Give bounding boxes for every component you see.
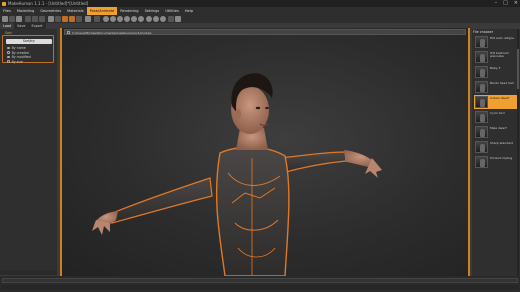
app-icon <box>2 1 6 6</box>
sort-button[interactable]: Sort/by: <box>6 39 52 44</box>
menu-settings[interactable]: Settings <box>142 7 163 15</box>
radio-icon <box>7 55 10 59</box>
file-item[interactable]: Sharp standard <box>474 140 518 154</box>
bottom-view-icon[interactable] <box>138 16 144 22</box>
model-thumbnail <box>475 156 488 168</box>
back-view-icon[interactable] <box>110 16 116 22</box>
model-thumbnail <box>475 66 488 78</box>
global-camera-icon[interactable] <box>146 16 152 22</box>
sort-option-size[interactable]: By size <box>7 60 23 64</box>
top-view-icon[interactable] <box>131 16 137 22</box>
sort-option-name[interactable]: By name <box>7 46 26 50</box>
file-item[interactable]: Product lilybug <box>474 155 518 169</box>
model-thumbnail <box>475 81 488 93</box>
wireframe-icon[interactable] <box>55 16 61 22</box>
scrollbar-thumb[interactable] <box>517 49 519 89</box>
skeleton-icon[interactable] <box>69 16 75 22</box>
window-title: MakeHuman 1.1.1 - [Untitled]*[Untitled] <box>8 1 89 6</box>
menu-materials[interactable]: Materials <box>64 7 86 15</box>
status-area <box>0 276 520 292</box>
title-bar: MakeHuman 1.1.1 - [Untitled]*[Untitled] … <box>0 0 520 7</box>
right-panel: File chooser Hilt elvin altigre Hilt bal… <box>472 29 520 276</box>
human-model-render <box>92 73 382 276</box>
menu-pose-animate[interactable]: Pose/Animate <box>86 7 118 15</box>
menu-rendering[interactable]: Rendering <box>117 7 141 15</box>
progress-bar <box>2 285 518 289</box>
help-icon[interactable] <box>175 16 181 22</box>
radio-icon <box>7 60 10 63</box>
path-bar: C:/Users/Michael/Documents/makehuman/v1/… <box>64 29 466 35</box>
face-camera-icon[interactable] <box>153 16 159 22</box>
path-text[interactable]: C:/Users/Michael/Documents/makehuman/v1/… <box>72 30 151 36</box>
file-chooser-title: File chooser <box>473 30 494 34</box>
file-item[interactable]: Cyrix bird <box>474 110 518 124</box>
menu-geometries[interactable]: Geometries <box>37 7 64 15</box>
reset-icon[interactable] <box>39 16 45 22</box>
left-panel-footer <box>0 270 57 275</box>
model-thumbnail <box>475 126 488 138</box>
sort-group-title: Sort <box>5 31 12 35</box>
file-icon[interactable] <box>2 16 8 22</box>
window-controls: – □ × <box>495 0 518 7</box>
right-view-icon[interactable] <box>124 16 130 22</box>
model-thumbnail <box>475 141 488 153</box>
model-thumbnail <box>475 51 488 63</box>
sort-option-modified[interactable]: By modified <box>7 55 31 59</box>
model-thumbnail <box>475 111 488 123</box>
status-line <box>2 278 518 283</box>
reset-camera-icon[interactable] <box>160 16 166 22</box>
menu-files[interactable]: Files <box>0 7 14 15</box>
right-panel-scrollbar[interactable] <box>517 29 519 276</box>
toolbar <box>0 15 520 23</box>
save-icon[interactable] <box>9 16 15 22</box>
model-thumbnail <box>475 36 488 48</box>
close-icon[interactable]: × <box>514 0 518 7</box>
model-thumbnail <box>475 96 488 108</box>
file-item[interactable]: Male dwarf <box>474 125 518 139</box>
radio-icon <box>7 51 10 54</box>
undo-icon[interactable] <box>25 16 31 22</box>
file-item[interactable]: Hilt elvin altigre <box>474 35 518 49</box>
3d-viewport[interactable] <box>60 28 470 276</box>
folder-icon[interactable] <box>66 31 70 34</box>
pose-icon[interactable] <box>62 16 68 22</box>
front-view-icon[interactable] <box>103 16 109 22</box>
menu-help[interactable]: Help <box>182 7 196 15</box>
main-menu-bar: Files Modelling Geometries Materials Pos… <box>0 7 520 15</box>
minimize-icon[interactable]: – <box>495 0 498 7</box>
menu-utilities[interactable]: Utilities <box>162 7 182 15</box>
redo-icon[interactable] <box>32 16 38 22</box>
file-item-selected[interactable]: Cuban dwarf <box>474 95 518 109</box>
left-view-icon[interactable] <box>117 16 123 22</box>
background-icon[interactable] <box>76 16 82 22</box>
file-item[interactable]: Hilt ballroom wannabe <box>474 50 518 64</box>
grid-icon[interactable] <box>85 16 91 22</box>
sort-option-created[interactable]: By created <box>7 51 29 55</box>
sort-group: Sort Sort/by: By name By created By modi… <box>2 31 54 64</box>
smooth-icon[interactable] <box>48 16 54 22</box>
file-item[interactable]: Baby 3 <box>474 65 518 79</box>
export-icon[interactable] <box>16 16 22 22</box>
radio-icon <box>7 46 10 50</box>
left-panel: Sort Sort/by: By name By created By modi… <box>0 29 57 270</box>
screenshot-icon[interactable] <box>168 16 174 22</box>
file-item[interactable]: Bardo head ball <box>474 80 518 94</box>
checker-icon[interactable] <box>94 16 100 22</box>
menu-modelling[interactable]: Modelling <box>14 7 37 15</box>
maximize-icon[interactable]: □ <box>503 0 508 7</box>
